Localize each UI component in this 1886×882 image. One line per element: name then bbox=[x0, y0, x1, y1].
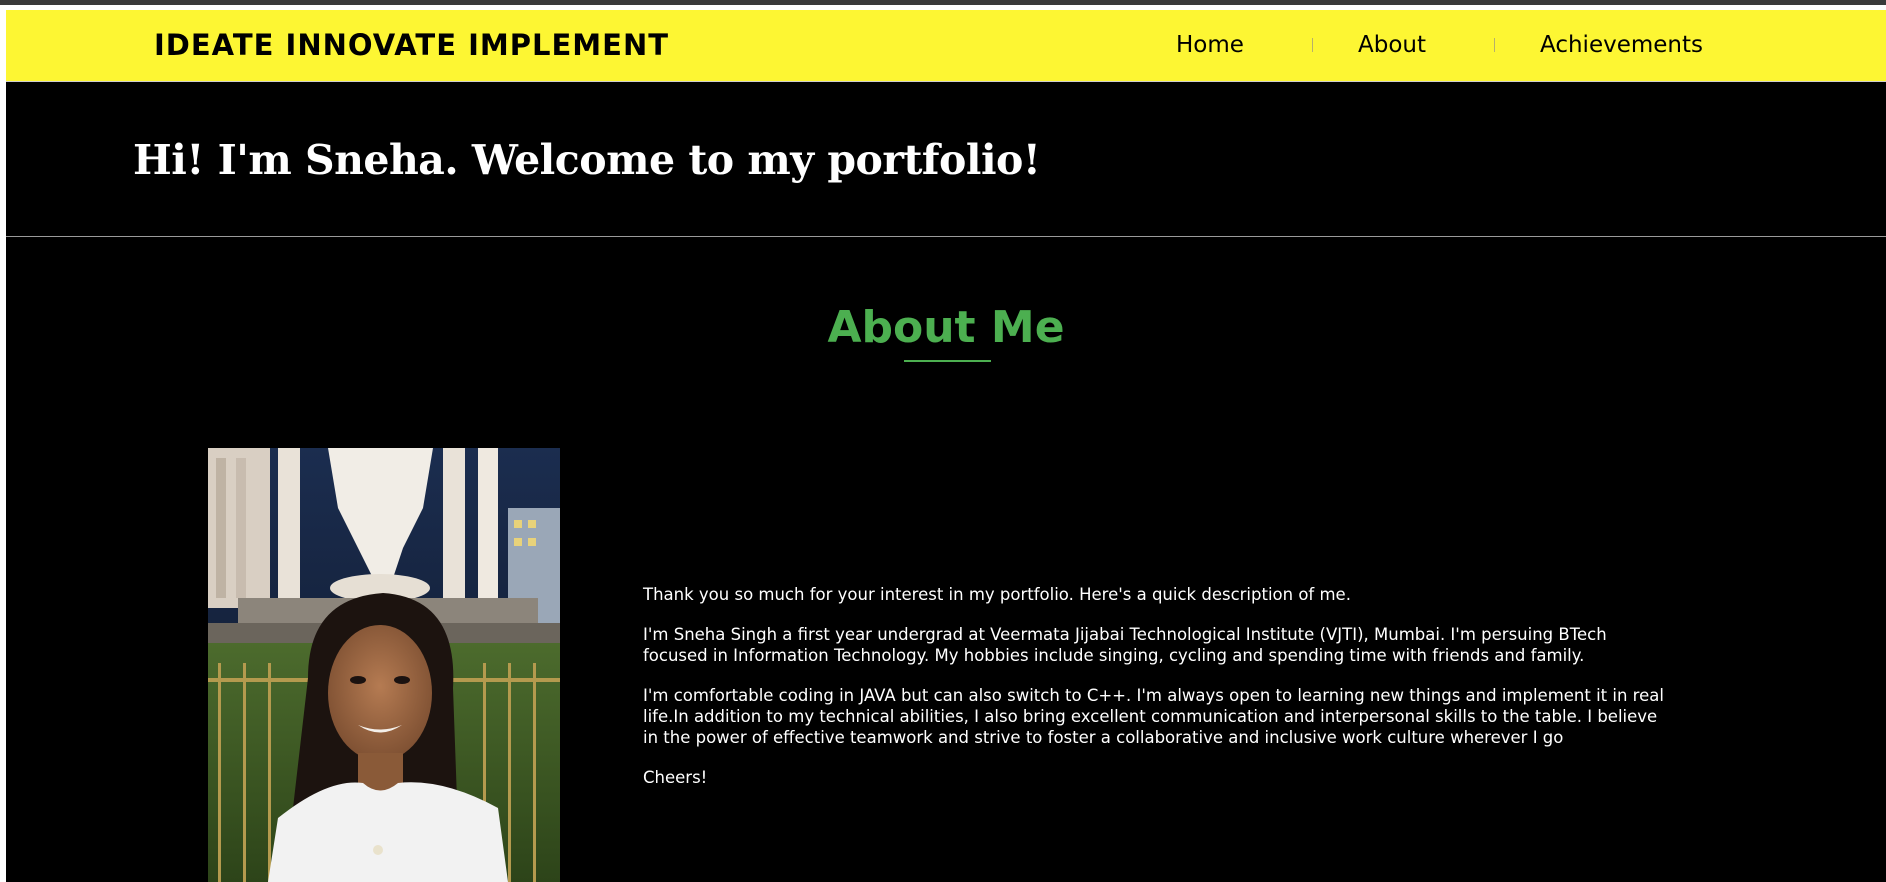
profile-photo-icon bbox=[208, 448, 560, 882]
about-paragraph: I'm Sneha Singh a first year undergrad a… bbox=[643, 625, 1607, 665]
nav-divider bbox=[1312, 38, 1313, 52]
nav-divider bbox=[1494, 38, 1495, 52]
hero-title: Hi! I'm Sneha. Welcome to my portfolio! bbox=[133, 136, 1041, 184]
nav-link-achievements[interactable]: Achievements bbox=[1540, 32, 1703, 58]
nav-link-home[interactable]: Home bbox=[1176, 32, 1244, 58]
hero-banner: Hi! I'm Sneha. Welcome to my portfolio! bbox=[6, 82, 1886, 237]
nav-link-about[interactable]: About bbox=[1358, 32, 1426, 58]
about-heading: About Me bbox=[827, 302, 1065, 353]
brand-title: IDEATE INNOVATE IMPLEMENT bbox=[154, 28, 670, 62]
navbar: IDEATE INNOVATE IMPLEMENT Home About Ach… bbox=[6, 10, 1886, 82]
about-description: Thank you so much for your interest in m… bbox=[643, 584, 1673, 807]
window-top-border bbox=[0, 0, 1886, 5]
about-paragraph: Cheers! bbox=[643, 768, 708, 787]
profile-photo bbox=[208, 448, 560, 882]
about-paragraph: Thank you so much for your interest in m… bbox=[643, 585, 1351, 604]
about-paragraph: I'm comfortable coding in JAVA but can a… bbox=[643, 686, 1664, 747]
about-heading-underline bbox=[904, 360, 991, 362]
portfolio-page: IDEATE INNOVATE IMPLEMENT Home About Ach… bbox=[6, 10, 1886, 882]
